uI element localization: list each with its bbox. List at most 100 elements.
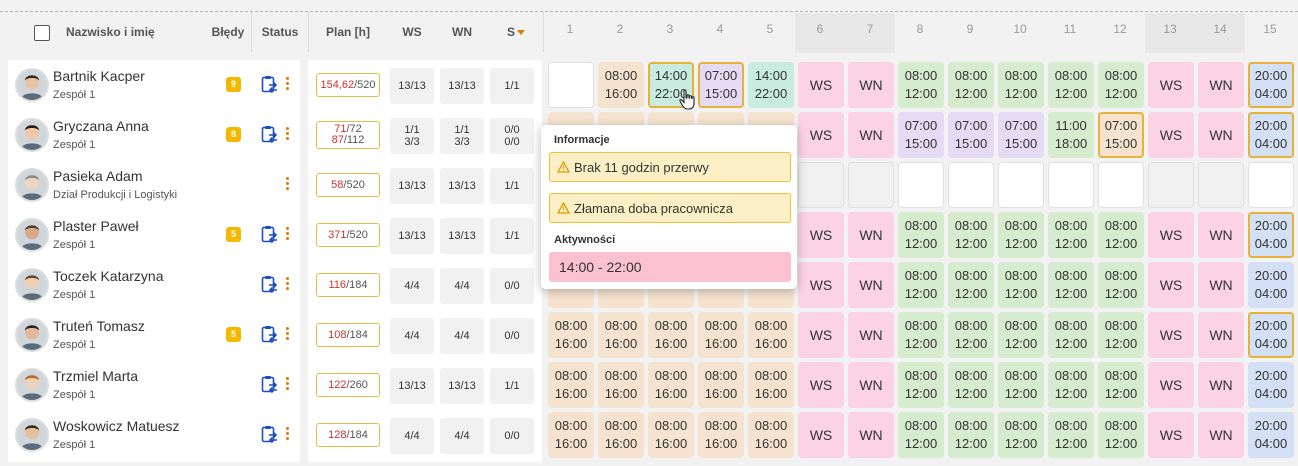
shift-cell[interactable]: 08:00 12:00	[1048, 212, 1094, 258]
column-header-name[interactable]: Nazwisko i imię	[66, 25, 155, 39]
employee-name[interactable]: Bartnik Kacper	[53, 68, 145, 84]
employee-name[interactable]: Trzmiel Marta	[53, 368, 138, 384]
more-options-icon[interactable]	[286, 77, 290, 91]
shift-cell[interactable]: 20:00 04:00	[1248, 362, 1294, 408]
shift-cell[interactable]: WS	[1148, 62, 1194, 108]
clipboard-swap-icon[interactable]	[261, 325, 278, 344]
column-header-wn[interactable]: WN	[440, 25, 484, 39]
shift-cell[interactable]: WS	[1148, 262, 1194, 308]
employee-name[interactable]: Truteń Tomasz	[53, 318, 145, 334]
shift-cell[interactable]: WN	[1198, 262, 1244, 308]
shift-cell[interactable]: 08:00 16:00	[548, 362, 594, 408]
clipboard-swap-icon[interactable]	[261, 425, 278, 444]
select-all-checkbox[interactable]	[34, 25, 50, 41]
shift-cell[interactable]: 08:00 12:00	[1098, 62, 1144, 108]
shift-cell[interactable]: 08:00 12:00	[1048, 412, 1094, 458]
column-header-s[interactable]: S	[494, 25, 538, 39]
shift-cell[interactable]: 20:00 04:00	[1248, 262, 1294, 308]
employee-name[interactable]: Woskowicz Matuesz	[53, 418, 180, 434]
employee-name[interactable]: Plaster Paweł	[53, 218, 139, 234]
shift-cell[interactable]: WN	[1198, 362, 1244, 408]
shift-cell[interactable]: WS	[798, 62, 844, 108]
shift-cell[interactable]: WN	[848, 312, 894, 358]
shift-cell[interactable]: 08:00 12:00	[1048, 362, 1094, 408]
shift-cell[interactable]: WN	[848, 262, 894, 308]
more-options-icon[interactable]	[286, 327, 290, 341]
shift-cell[interactable]: 08:00 12:00	[948, 312, 994, 358]
shift-cell[interactable]: 08:00 16:00	[598, 312, 644, 358]
shift-cell[interactable]: WN	[1198, 412, 1244, 458]
day-header[interactable]: 15	[1245, 22, 1295, 36]
shift-cell[interactable]: 20:00 04:00	[1248, 62, 1294, 108]
shift-cell[interactable]: 08:00 16:00	[598, 62, 644, 108]
shift-cell[interactable]: 07:00 15:00	[998, 112, 1044, 158]
shift-cell[interactable]: 08:00 16:00	[748, 362, 794, 408]
shift-cell[interactable]: 07:00 15:00	[948, 112, 994, 158]
shift-cell[interactable]: 08:00 12:00	[898, 312, 944, 358]
shift-cell[interactable]	[1148, 162, 1194, 208]
shift-cell[interactable]: 08:00 16:00	[748, 312, 794, 358]
shift-cell[interactable]: 07:00 15:00	[898, 112, 944, 158]
more-options-icon[interactable]	[286, 427, 290, 441]
clipboard-swap-icon[interactable]	[261, 225, 278, 244]
shift-cell[interactable]: 08:00 16:00	[648, 312, 694, 358]
shift-cell[interactable]: 08:00 12:00	[1048, 62, 1094, 108]
day-header[interactable]: 3	[645, 22, 695, 36]
shift-cell[interactable]: 08:00 16:00	[748, 412, 794, 458]
day-header[interactable]: 8	[895, 22, 945, 36]
shift-cell[interactable]: WS	[1148, 312, 1194, 358]
shift-cell[interactable]: 08:00 12:00	[898, 212, 944, 258]
column-header-ws[interactable]: WS	[390, 25, 434, 39]
shift-cell[interactable]: 08:00 12:00	[1098, 362, 1144, 408]
shift-cell[interactable]: 08:00 12:00	[898, 362, 944, 408]
shift-cell[interactable]	[948, 162, 994, 208]
shift-cell[interactable]: 08:00 12:00	[1048, 262, 1094, 308]
shift-cell[interactable]: WN	[1198, 312, 1244, 358]
shift-cell[interactable]: WS	[1148, 412, 1194, 458]
column-header-status[interactable]: Status	[256, 25, 304, 39]
shift-cell[interactable]: 08:00 16:00	[648, 412, 694, 458]
shift-cell[interactable]: 20:00 04:00	[1248, 412, 1294, 458]
shift-cell[interactable]: 08:00 12:00	[998, 212, 1044, 258]
shift-cell[interactable]: 08:00 12:00	[998, 412, 1044, 458]
column-header-errors[interactable]: Błędy	[210, 25, 246, 39]
shift-cell[interactable]: 20:00 04:00	[1248, 312, 1294, 358]
shift-cell[interactable]: WN	[848, 212, 894, 258]
activity-item[interactable]: 14:00 - 22:00	[549, 252, 791, 282]
shift-cell[interactable]	[1098, 162, 1144, 208]
shift-cell[interactable]: WN	[1198, 112, 1244, 158]
shift-cell[interactable]: 08:00 12:00	[948, 62, 994, 108]
more-options-icon[interactable]	[286, 277, 290, 291]
clipboard-swap-icon[interactable]	[261, 75, 278, 94]
clipboard-swap-icon[interactable]	[261, 125, 278, 144]
more-options-icon[interactable]	[286, 227, 290, 241]
shift-cell[interactable]: 08:00 12:00	[1098, 212, 1144, 258]
shift-cell[interactable]: 08:00 12:00	[948, 362, 994, 408]
shift-cell[interactable]: 08:00 16:00	[698, 362, 744, 408]
shift-cell[interactable]	[998, 162, 1044, 208]
shift-cell[interactable]	[848, 162, 894, 208]
shift-cell[interactable]: WS	[798, 312, 844, 358]
shift-cell[interactable]	[1198, 162, 1244, 208]
employee-name[interactable]: Gryczana Anna	[53, 118, 149, 134]
day-header[interactable]: 12	[1095, 22, 1145, 36]
shift-cell[interactable]: WN	[848, 412, 894, 458]
shift-cell[interactable]: WN	[848, 362, 894, 408]
shift-cell[interactable]: WS	[1148, 212, 1194, 258]
error-count-badge[interactable]: 5	[226, 327, 241, 342]
shift-cell[interactable]: WS	[798, 362, 844, 408]
day-header[interactable]: 10	[995, 22, 1045, 36]
shift-cell[interactable]: 08:00 16:00	[548, 312, 594, 358]
shift-cell[interactable]	[898, 162, 944, 208]
employee-name[interactable]: Pasieka Adam	[53, 168, 143, 184]
shift-cell[interactable]: WS	[798, 112, 844, 158]
day-header[interactable]: 13	[1145, 22, 1195, 36]
shift-cell[interactable]: WS	[798, 212, 844, 258]
shift-cell[interactable]: 08:00 12:00	[1048, 312, 1094, 358]
shift-cell[interactable]: WS	[798, 262, 844, 308]
error-count-badge[interactable]: 9	[226, 77, 241, 92]
day-header[interactable]: 2	[595, 22, 645, 36]
shift-cell[interactable]: 08:00 12:00	[1098, 262, 1144, 308]
shift-cell[interactable]: 08:00 12:00	[998, 362, 1044, 408]
shift-cell[interactable]: 14:00 22:00	[748, 62, 794, 108]
